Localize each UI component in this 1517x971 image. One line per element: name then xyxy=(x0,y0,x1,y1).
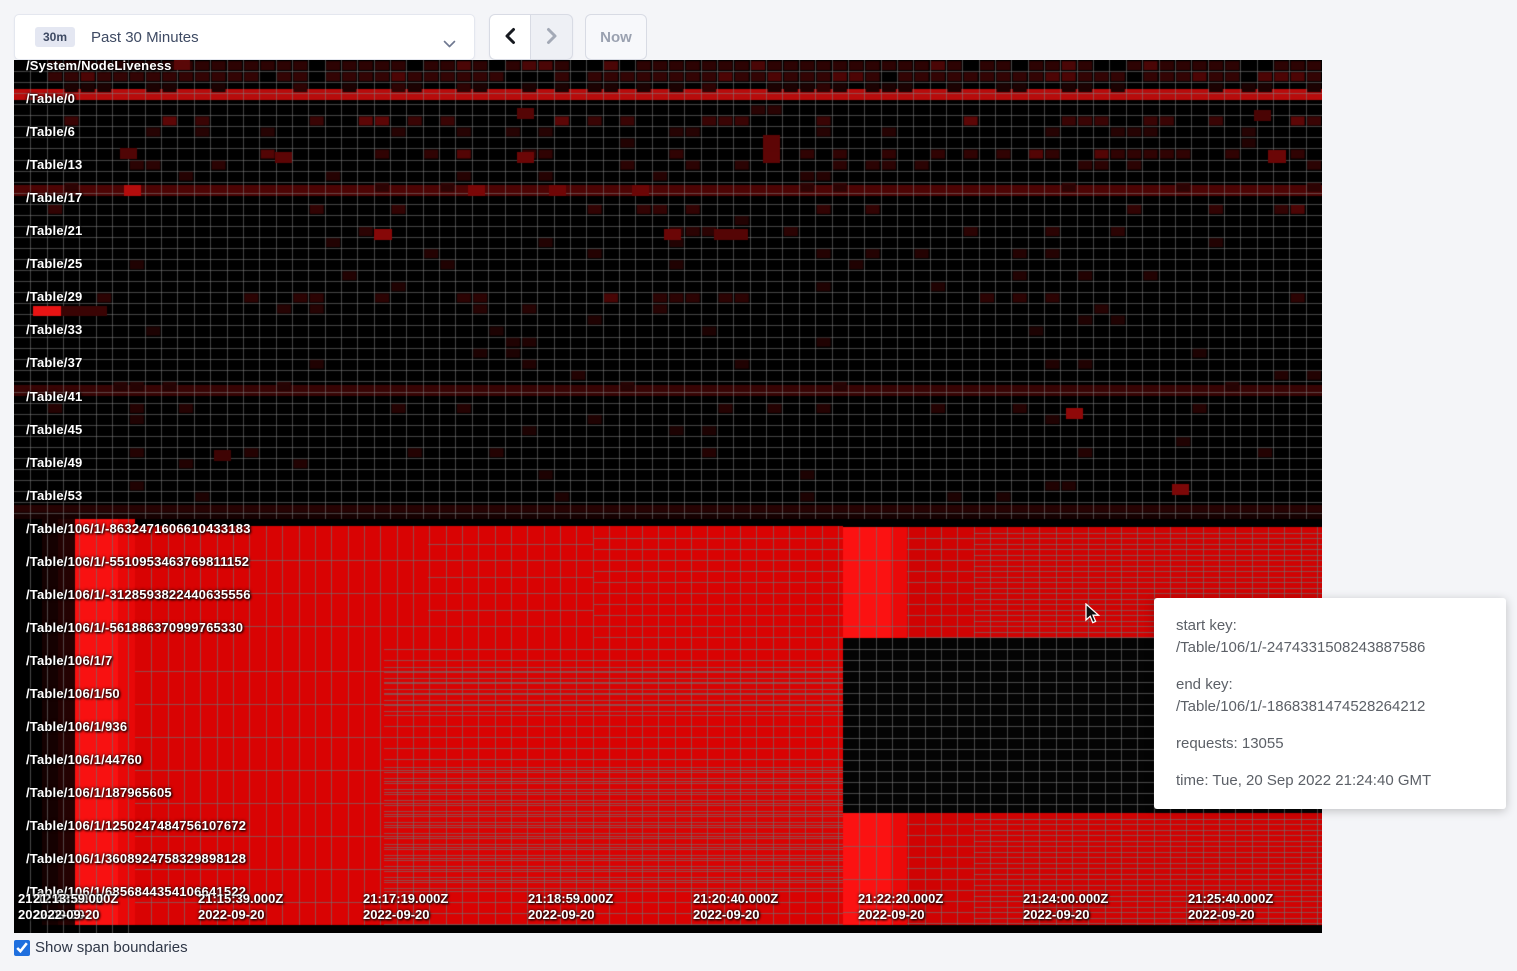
key-visualizer-canvas[interactable] xyxy=(14,60,1322,933)
tooltip-start-key: start key: /Table/106/1/-247433150824388… xyxy=(1176,615,1484,659)
row-label: /Table/106/1/1250247484756107672 xyxy=(26,818,246,833)
row-label: /Table/13 xyxy=(26,157,82,172)
time-nav-forward-button[interactable] xyxy=(531,14,573,60)
row-label: /Table/41 xyxy=(26,389,82,404)
time-axis-tick: 21:25:40.000Z2022-09-20 xyxy=(1188,891,1273,923)
row-label: /Table/45 xyxy=(26,422,82,437)
tooltip-requests: requests: 13055 xyxy=(1176,733,1484,755)
row-label: /Table/17 xyxy=(26,190,82,205)
row-label: /Table/106/1/3608924758329898128 xyxy=(26,851,246,866)
time-nav-back-button[interactable] xyxy=(489,14,531,60)
time-axis-tick: 21:13:59.000Z2022-09-20 xyxy=(33,891,118,923)
row-label: /Table/106/1/187965605 xyxy=(26,785,172,800)
row-label: /Table/0 xyxy=(26,91,75,106)
cursor-pointer-icon xyxy=(1083,603,1103,630)
row-label: /Table/106/1/44760 xyxy=(26,752,142,767)
time-axis-tick: 21:15:39.000Z2022-09-20 xyxy=(198,891,283,923)
row-label: /Table/37 xyxy=(26,355,82,370)
time-range-badge: 30m xyxy=(35,27,75,47)
row-label: /Table/106/1/-561886370999765330 xyxy=(26,620,243,635)
chevron-left-icon xyxy=(504,27,516,48)
row-label: /Table/106/1/936 xyxy=(26,719,127,734)
row-label: /Table/106/1/-3128593822440635556 xyxy=(26,587,251,602)
time-axis-tick: 21:18:59.000Z2022-09-20 xyxy=(528,891,613,923)
row-label: /System/NodeLiveness xyxy=(26,60,172,73)
row-label: /Table/106/1/-8632471606610433183 xyxy=(26,521,251,536)
tooltip-end-key: end key: /Table/106/1/-18683814745282642… xyxy=(1176,674,1484,718)
time-axis-tick: 21:22:20.000Z2022-09-20 xyxy=(858,891,943,923)
row-label: /Table/106/1/7 xyxy=(26,653,112,668)
row-label: /Table/106/1/50 xyxy=(26,686,120,701)
row-label: /Table/29 xyxy=(26,289,82,304)
time-range-dropdown[interactable]: 30m Past 30 Minutes xyxy=(14,14,475,60)
now-button[interactable]: Now xyxy=(585,14,647,60)
time-axis-tick: 21:17:19.000Z2022-09-20 xyxy=(363,891,448,923)
row-label: /Table/25 xyxy=(26,256,82,271)
chevron-down-icon xyxy=(443,35,456,53)
row-label: /Table/49 xyxy=(26,455,82,470)
chevron-right-icon xyxy=(546,27,558,48)
key-visualizer-page: 30m Past 30 Minutes Now /System/NodeLive… xyxy=(0,0,1517,971)
time-axis-tick: 21:24:00.000Z2022-09-20 xyxy=(1023,891,1108,923)
time-range-label: Past 30 Minutes xyxy=(91,29,199,46)
row-label: /Table/6 xyxy=(26,124,75,139)
time-axis-tick: 21:20:40.000Z2022-09-20 xyxy=(693,891,778,923)
show-span-boundaries-label[interactable]: Show span boundaries xyxy=(35,939,188,956)
key-visualizer: /System/NodeLiveness/Table/0/Table/6/Tab… xyxy=(14,60,1322,933)
row-label: /Table/33 xyxy=(26,322,82,337)
show-span-boundaries-checkbox[interactable] xyxy=(14,940,30,956)
tooltip-time: time: Tue, 20 Sep 2022 21:24:40 GMT xyxy=(1176,770,1484,792)
row-label: /Table/21 xyxy=(26,223,82,238)
row-label: /Table/53 xyxy=(26,488,82,503)
row-label: /Table/106/1/-5510953463769811152 xyxy=(26,554,249,569)
time-nav-group xyxy=(489,14,573,60)
span-tooltip: start key: /Table/106/1/-247433150824388… xyxy=(1154,598,1506,809)
footer: Show span boundaries xyxy=(14,939,188,956)
